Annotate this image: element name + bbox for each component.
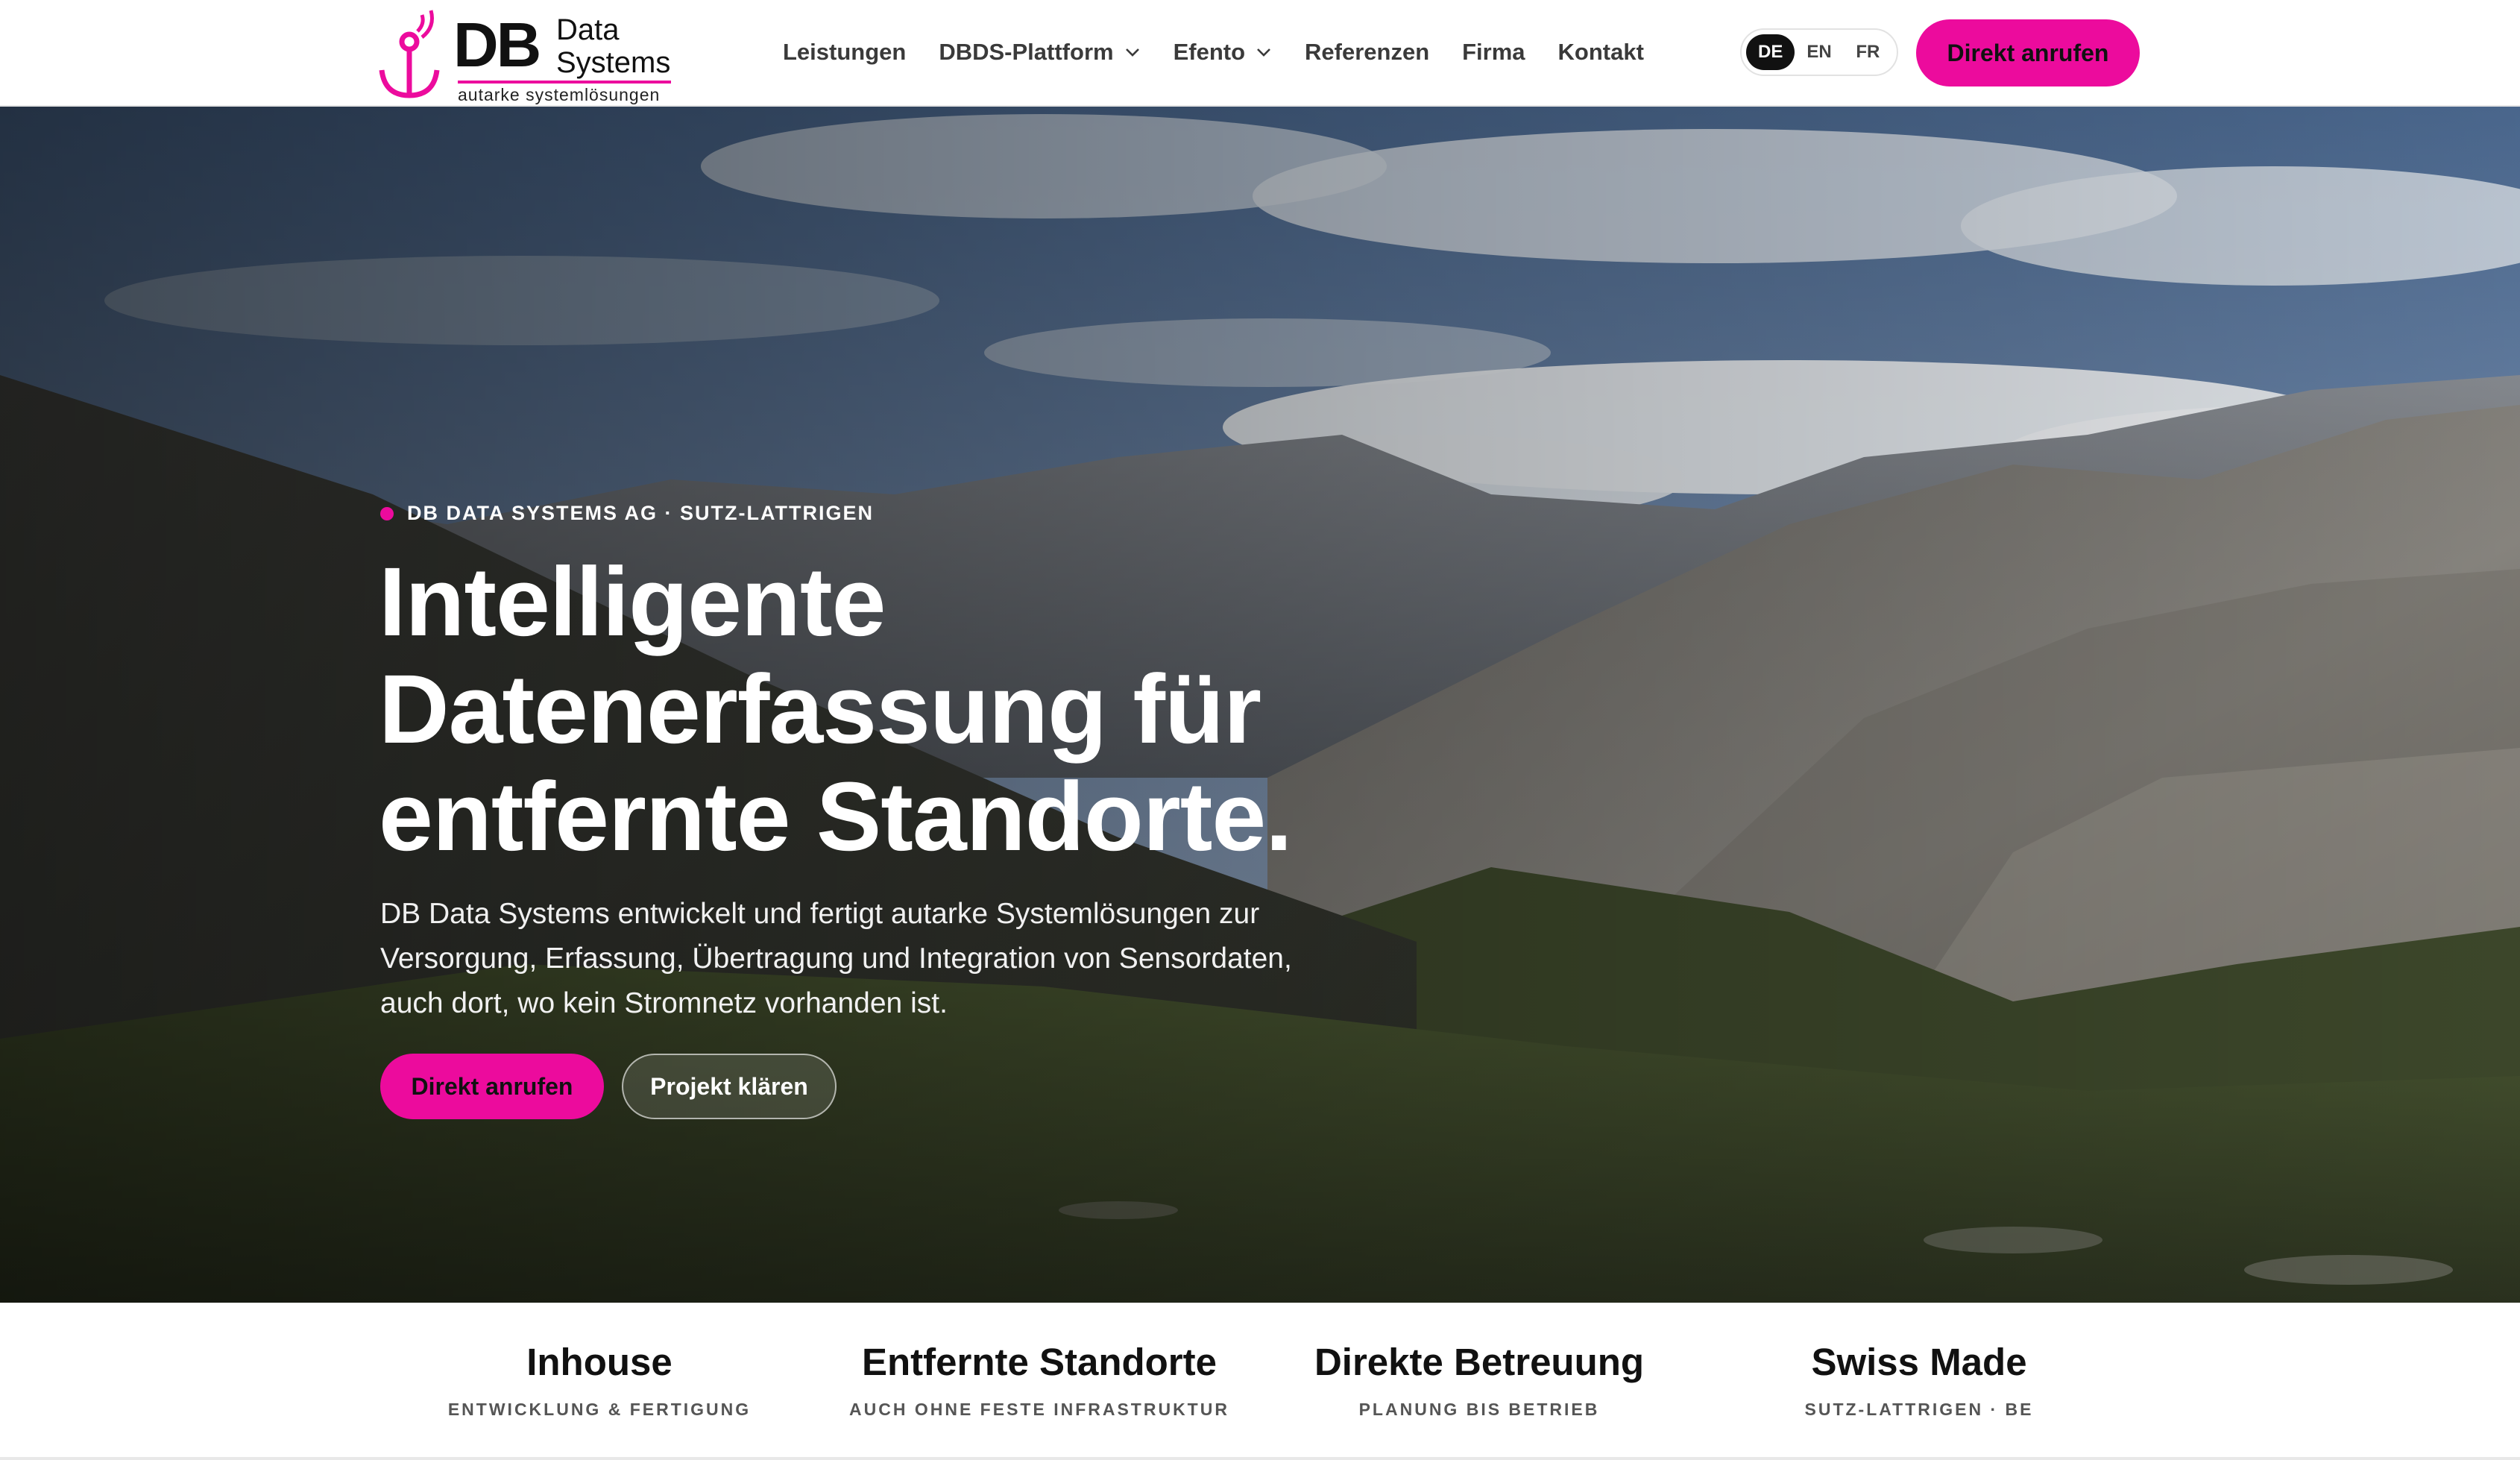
logo[interactable]: DB Data Systems autarke systemlösungen: [377, 9, 672, 104]
accent-dot-icon: [380, 506, 394, 520]
hero-eyebrow-text: DB DATA SYSTEMS AG · SUTZ-LATTRIGEN: [407, 502, 874, 524]
nav-label: Leistungen: [783, 39, 907, 65]
hero-headline-line-2: Datenerfassung für: [379, 654, 1261, 764]
feature-subtitle: AUCH OHNE FESTE INFRASTRUKTUR: [849, 1400, 1229, 1419]
nav-label: Efento: [1173, 39, 1246, 65]
main-nav: Leistungen DBDS-Plattform Efento Referen…: [783, 33, 1677, 72]
logo-db-text: DB: [453, 10, 541, 80]
language-switcher: DE EN FR: [1740, 28, 1898, 76]
nav-label: Kontakt: [1557, 39, 1644, 65]
hero-eyebrow: DB DATA SYSTEMS AG · SUTZ-LATTRIGEN: [380, 502, 874, 525]
feature-title: Entfernte Standorte: [861, 1341, 1218, 1383]
feature-subtitle: PLANUNG BIS BETRIEB: [1358, 1400, 1600, 1419]
hero-headline: Intelligente Datenerfassung für entfernt…: [379, 548, 1497, 870]
feature-item: Entfernte Standorte AUCH OHNE FESTE INFR…: [831, 1340, 1248, 1420]
section-divider: [0, 1457, 2520, 1460]
nav-label: Referenzen: [1305, 39, 1430, 65]
nav-label: DBDS-Plattform: [939, 39, 1114, 65]
logo-underline: [458, 81, 671, 84]
lang-option-de[interactable]: DE: [1746, 34, 1795, 70]
chevron-down-icon: [1257, 48, 1270, 57]
nav-item-leistungen[interactable]: Leistungen: [783, 39, 906, 66]
hero-section: DB DATA SYSTEMS AG · SUTZ-LATTRIGEN Inte…: [0, 107, 2520, 1303]
lang-option-fr[interactable]: FR: [1844, 34, 1892, 70]
hero-headline-line-1: Intelligente: [379, 547, 886, 656]
nav-item-kontakt[interactable]: Kontakt: [1558, 39, 1644, 66]
hero-description: DB Data Systems entwickelt und fertigt a…: [380, 898, 1292, 1019]
site-header: DB Data Systems autarke systemlösungen L…: [0, 0, 2520, 107]
logo-systems-text: Systems: [556, 46, 671, 79]
hero-actions: Direkt anrufen Projekt klären: [380, 1054, 837, 1119]
feature-subtitle: ENTWICKLUNG & FERTIGUNG: [447, 1400, 752, 1419]
anchor-signal-icon: [379, 10, 440, 98]
feature-item: Swiss Made SUTZ-LATTRIGEN · BE: [1710, 1340, 2128, 1420]
feature-item: Direkte Betreuung PLANUNG BIS BETRIEB: [1270, 1340, 1688, 1420]
nav-item-dbds-plattform[interactable]: DBDS-Plattform: [939, 39, 1140, 66]
feature-title: Swiss Made: [1811, 1341, 2027, 1383]
nav-item-efento[interactable]: Efento: [1174, 39, 1272, 66]
feature-subtitle: SUTZ-LATTRIGEN · BE: [1804, 1400, 2034, 1419]
hero-headline-line-3: entfernte Standorte.: [379, 761, 1293, 871]
hero-call-button[interactable]: Direkt anrufen: [380, 1054, 604, 1119]
lang-option-en[interactable]: EN: [1795, 34, 1843, 70]
nav-label: Firma: [1462, 39, 1525, 65]
features-bar: Inhouse ENTWICKLUNG & FERTIGUNG Entfernt…: [0, 1303, 2520, 1460]
logo-data-text: Data: [556, 13, 620, 46]
chevron-down-icon: [1125, 48, 1139, 57]
feature-item: Inhouse ENTWICKLUNG & FERTIGUNG: [391, 1340, 808, 1420]
header-call-button[interactable]: Direkt anrufen: [1916, 19, 2140, 86]
logo-tagline: autarke systemlösungen: [458, 85, 661, 104]
nav-item-firma[interactable]: Firma: [1462, 39, 1525, 66]
feature-title: Inhouse: [526, 1341, 672, 1383]
nav-item-referenzen[interactable]: Referenzen: [1305, 39, 1429, 66]
project-clarify-button[interactable]: Projekt klären: [622, 1054, 837, 1119]
feature-title: Direkte Betreuung: [1314, 1341, 1645, 1383]
